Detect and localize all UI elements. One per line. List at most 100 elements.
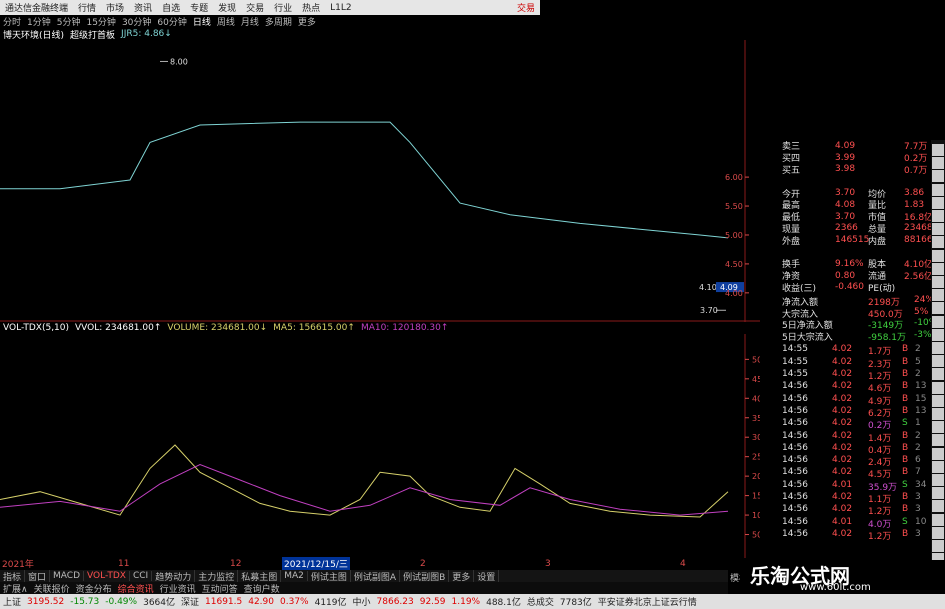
sidebar-button[interactable]: [932, 315, 944, 328]
menu-item[interactable]: 专题: [185, 1, 213, 14]
period-8[interactable]: 月线: [238, 15, 262, 28]
info-tab[interactable]: 行业资讯: [157, 582, 199, 595]
ma-line-path: [0, 121, 729, 239]
quote-value-2: 16.8亿: [904, 213, 934, 224]
y-tick-label: 6.00: [725, 173, 743, 182]
tick-count: 34: [915, 479, 927, 490]
tick-count: 5: [915, 356, 921, 367]
flow-row: 大宗流入 450.0万 5%: [780, 307, 940, 320]
menu-item[interactable]: 发现: [213, 1, 241, 14]
tick-time: 14:56: [782, 430, 808, 441]
sidebar-button[interactable]: [932, 500, 944, 513]
indicator-tab[interactable]: MACD: [50, 571, 85, 581]
info-tab[interactable]: 互动问答: [199, 582, 241, 595]
period-6[interactable]: 日线: [190, 15, 214, 28]
tick-side: S: [902, 418, 908, 429]
volume-chart[interactable]: 50000 45000 40000 35000 30000 25000 20000 15000…: [0, 334, 760, 558]
sidebar-button[interactable]: [932, 302, 944, 315]
sidebar-button[interactable]: [932, 157, 944, 170]
tick-price: 4.02: [832, 356, 853, 367]
info-tab[interactable]: 资金分布: [73, 582, 115, 595]
tick-side: B: [902, 442, 909, 453]
sidebar-button[interactable]: [932, 183, 944, 196]
vol-tick-label: 50000: [752, 355, 760, 364]
tick-row: 14:56 4.02 4.6万 B 13: [780, 381, 940, 394]
vol-indicator-name[interactable]: VOL-TDX(5,10): [0, 323, 72, 333]
sidebar-button[interactable]: [932, 540, 944, 552]
status-item: 深证: [181, 598, 200, 608]
info-tab[interactable]: 综合资讯: [115, 582, 157, 595]
tick-row: 14:56 4.02 0.4万 B 2: [780, 442, 940, 456]
quote-value: 3.70: [835, 188, 856, 199]
trade-link[interactable]: 交易: [512, 1, 540, 14]
sidebar-button[interactable]: [932, 210, 944, 222]
status-item: 488.1亿: [486, 598, 521, 608]
period-1[interactable]: 1分钟: [24, 15, 54, 28]
sidebar-button[interactable]: [932, 170, 944, 183]
sidebar-button[interactable]: [932, 262, 944, 275]
menu-item[interactable]: 自选: [157, 1, 185, 14]
indicator-tab[interactable]: MA2: [281, 571, 308, 581]
indicator-tab[interactable]: CCI: [130, 571, 153, 581]
sidebar-button[interactable]: [932, 368, 944, 381]
sidebar-button[interactable]: [932, 144, 944, 156]
side-toolbar: [931, 140, 945, 595]
info-tab[interactable]: 扩展∧: [0, 582, 31, 595]
menu-item[interactable]: 热点: [297, 1, 325, 14]
sidebar-button[interactable]: [932, 276, 944, 288]
info-tab[interactable]: 关联报价: [31, 582, 73, 595]
indicator-tab[interactable]: 例试主图: [308, 569, 351, 583]
sidebar-button[interactable]: [932, 434, 944, 447]
price-chart[interactable]: 8.003.704.10 4.09 6.005.505.004.504.00: [0, 40, 760, 322]
period-5[interactable]: 60分钟: [154, 15, 189, 28]
period-2[interactable]: 5分钟: [54, 15, 84, 28]
tick-volume: 2.3万: [868, 359, 892, 370]
sidebar-button[interactable]: [932, 355, 944, 368]
sidebar-button[interactable]: [932, 381, 944, 394]
tick-row: 14:56 4.02 0.2万 S 1: [780, 418, 940, 431]
sidebar-button[interactable]: [932, 513, 944, 526]
indicator-tab[interactable]: 更多: [449, 569, 475, 583]
period-4[interactable]: 30分钟: [119, 15, 154, 28]
sidebar-button[interactable]: [932, 236, 944, 249]
indicator-tab[interactable]: 例试副图B: [400, 569, 450, 583]
indicator-tab[interactable]: 例试副图A: [351, 569, 401, 583]
period-3[interactable]: 15分钟: [83, 15, 118, 28]
indicator-tab[interactable]: VOL-TDX: [84, 571, 130, 581]
sidebar-button[interactable]: [932, 328, 944, 341]
info-tab[interactable]: 查询户数: [241, 582, 283, 595]
sidebar-button[interactable]: [932, 196, 944, 209]
period-0[interactable]: 分时: [0, 15, 24, 28]
date-cursor-label: 2021/12/15/三: [282, 557, 350, 570]
period-7[interactable]: 周线: [214, 15, 238, 28]
menu-item[interactable]: 资讯: [129, 1, 157, 14]
stock-name[interactable]: 博天环境(日线): [0, 28, 67, 41]
menu-item[interactable]: 交易: [241, 1, 269, 14]
menu-item[interactable]: L1L2: [325, 3, 356, 13]
sidebar-button[interactable]: [932, 487, 944, 500]
sidebar-button[interactable]: [932, 342, 944, 354]
period-10[interactable]: 更多: [295, 15, 319, 28]
tick-row: 14:56 4.02 6.2万 B 13: [780, 406, 940, 419]
sidebar-button[interactable]: [932, 474, 944, 486]
sidebar-button[interactable]: [932, 421, 944, 434]
indicator-name[interactable]: 超级打首板: [67, 28, 118, 41]
sidebar-button[interactable]: [932, 394, 944, 407]
quote-row: 今开 3.70 均价 3.86: [780, 187, 940, 200]
menu-item[interactable]: 市场: [101, 1, 129, 14]
sidebar-button[interactable]: [932, 460, 944, 473]
sidebar-button[interactable]: [932, 289, 944, 302]
sidebar-button[interactable]: [932, 408, 944, 420]
sidebar-button[interactable]: [932, 526, 944, 539]
sidebar-button[interactable]: [932, 249, 944, 262]
menu-item[interactable]: 行情: [73, 1, 101, 14]
indicator-tab[interactable]: 设置: [474, 569, 500, 583]
period-9[interactable]: 多周期: [262, 15, 295, 28]
sidebar-button[interactable]: [932, 447, 944, 460]
flow-percent: -3%: [914, 329, 932, 340]
status-bar: 上证 3195.52 -15.73 -0.49% 3664亿 深证 11691.5 42.90…: [0, 594, 945, 609]
sidebar-button[interactable]: [932, 223, 944, 236]
tick-side: B: [902, 344, 909, 355]
quote-row: 卖三 4.09 7.7万: [780, 140, 940, 153]
menu-item[interactable]: 行业: [269, 1, 297, 14]
